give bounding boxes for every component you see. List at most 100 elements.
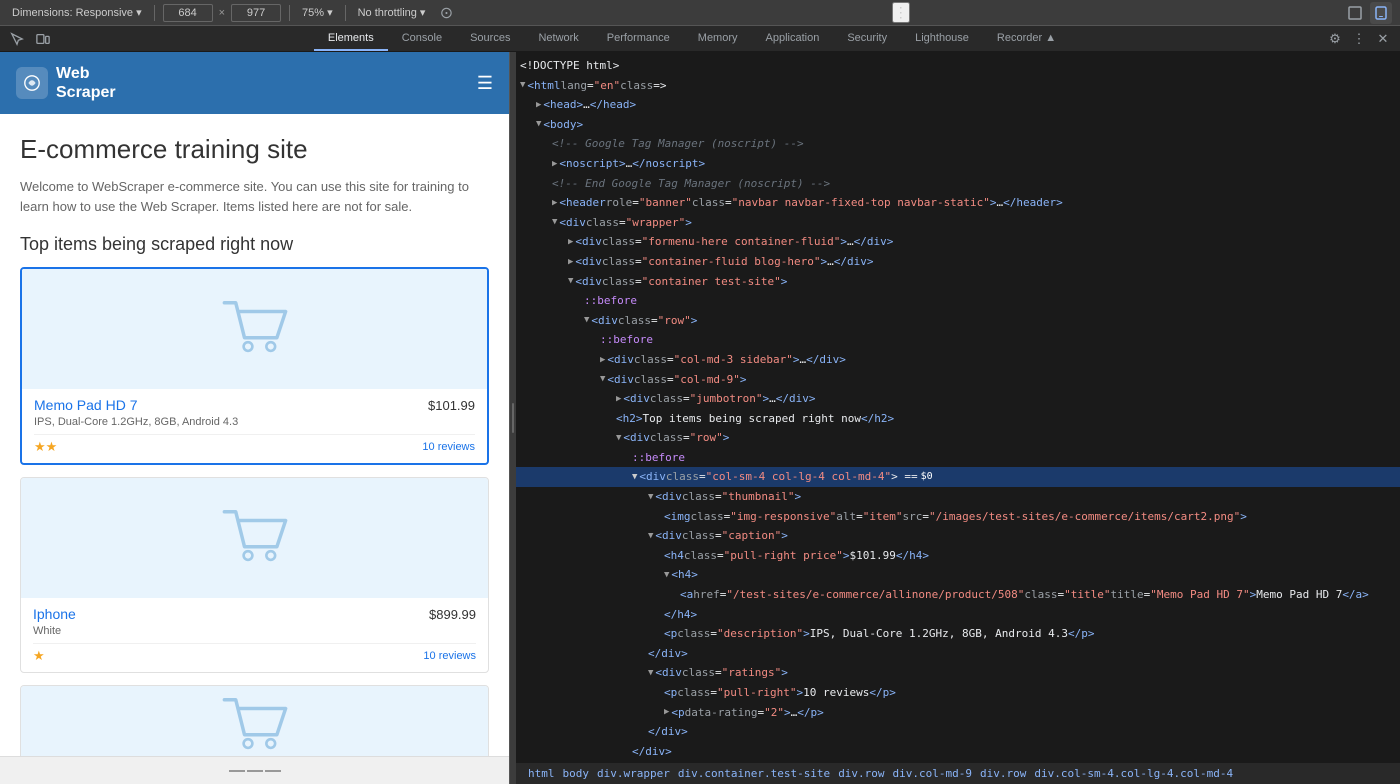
tree-div-col-md-9[interactable]: ▼ <div class="col-md-9" > bbox=[516, 370, 1400, 390]
tab-elements[interactable]: Elements bbox=[314, 26, 388, 51]
breadcrumb-div-container[interactable]: div.container.test-site bbox=[674, 767, 834, 780]
more-tabs-icon[interactable]: ⋮ bbox=[1348, 28, 1370, 50]
breadcrumb-body[interactable]: body bbox=[559, 767, 594, 780]
hamburger-menu-icon[interactable]: ☰ bbox=[477, 73, 493, 94]
tree-p-description[interactable]: <p class="description" > IPS, Dual-Core … bbox=[516, 624, 1400, 644]
tree-img[interactable]: <img class="img-responsive" alt="item" s… bbox=[516, 507, 1400, 527]
tree-comment-2[interactable]: <!-- End Google Tag Manager (noscript) -… bbox=[516, 174, 1400, 194]
tree-div-caption[interactable]: ▼ <div class="caption" > bbox=[516, 526, 1400, 546]
product-stars-1: ★★ bbox=[34, 439, 57, 455]
zoom-selector[interactable]: 75% ▾ bbox=[298, 4, 337, 21]
devtools-panel: <!DOCTYPE html> ▼ <html lang="en" class=… bbox=[516, 52, 1400, 784]
tab-lighthouse[interactable]: Lighthouse bbox=[901, 26, 983, 51]
tree-div-container[interactable]: ▼ <div class="container test-site" > bbox=[516, 272, 1400, 292]
tree-h4-open[interactable]: ▼ <h4> bbox=[516, 565, 1400, 585]
tree-div-row-2[interactable]: ▼ <div class="row" > bbox=[516, 428, 1400, 448]
product-reviews-2: 10 reviews bbox=[423, 650, 476, 662]
breadcrumb-html[interactable]: html bbox=[524, 767, 559, 780]
breadcrumb-div-row-2[interactable]: div.row bbox=[976, 767, 1030, 780]
inspect-element-icon[interactable] bbox=[6, 28, 28, 50]
logo-text: WebScraper bbox=[56, 64, 116, 102]
tree-anchor-title[interactable]: <a href="/test-sites/e-commerce/allinone… bbox=[516, 585, 1400, 605]
dimensions-label: Dimensions: Responsive bbox=[12, 7, 133, 19]
tab-recorder[interactable]: Recorder ▲ bbox=[983, 26, 1070, 51]
height-input[interactable] bbox=[231, 4, 281, 22]
settings-icon[interactable]: ⊙ bbox=[435, 2, 457, 24]
breadcrumb-bar: html body div.wrapper div.container.test… bbox=[516, 762, 1400, 784]
tree-p-reviews[interactable]: <p class="pull-right" > 10 reviews </p> bbox=[516, 683, 1400, 703]
product-card-memo-pad[interactable]: div.col-sm-4.col-lg-4.col-md-4 684×270 M… bbox=[20, 267, 489, 465]
tree-div-row-1[interactable]: ▼ <div class="row" > bbox=[516, 311, 1400, 331]
breadcrumb-div-row[interactable]: div.row bbox=[834, 767, 888, 780]
product-title-row-2: Iphone $899.99 bbox=[33, 606, 476, 622]
product-card-3[interactable] bbox=[20, 685, 489, 756]
device-toggle-icon[interactable] bbox=[1370, 2, 1392, 24]
devtools-left-icons bbox=[0, 26, 60, 51]
tree-div-caption-close[interactable]: </div> bbox=[516, 644, 1400, 664]
product-image-3 bbox=[21, 686, 488, 756]
tree-noscript[interactable]: ▶ <noscript> … </noscript> bbox=[516, 154, 1400, 174]
preview-nav-dots bbox=[229, 770, 281, 772]
logo-icon bbox=[16, 67, 48, 99]
throttling-selector[interactable]: No throttling ▾ bbox=[354, 4, 430, 21]
product-card-iphone[interactable]: Iphone $899.99 White ★ 10 reviews bbox=[20, 477, 489, 673]
product-title-2[interactable]: Iphone bbox=[33, 606, 76, 622]
width-input[interactable] bbox=[163, 4, 213, 22]
tree-div-ratings-close[interactable]: </div> bbox=[516, 722, 1400, 742]
tree-h4-price[interactable]: <h4 class="pull-right price" > $101.99 <… bbox=[516, 546, 1400, 566]
devtools-right-icons: ⚙ ⋮ ✕ bbox=[1324, 26, 1400, 51]
tree-p-rating[interactable]: ▶ <p data-rating="2" > … </p> bbox=[516, 703, 1400, 723]
more-options-button[interactable]: ⋮ bbox=[892, 2, 910, 23]
tree-head[interactable]: ▶ <head> … </head> bbox=[516, 95, 1400, 115]
top-toolbar: Dimensions: Responsive ▾ × 75% ▾ No thro… bbox=[0, 0, 1400, 26]
dimension-separator: × bbox=[219, 7, 225, 19]
site-hero: E-commerce training site Welcome to WebS… bbox=[0, 114, 509, 226]
tree-h4-close[interactable]: </h4> bbox=[516, 605, 1400, 625]
breadcrumb-div-col-sm-4[interactable]: div.col-sm-4.col-lg-4.col-md-4 bbox=[1030, 767, 1237, 780]
throttling-label: No throttling bbox=[358, 7, 417, 19]
tab-network[interactable]: Network bbox=[524, 26, 592, 51]
tab-application[interactable]: Application bbox=[752, 26, 834, 51]
product-desc-2: White bbox=[33, 625, 476, 637]
tree-pseudo-before-3[interactable]: ::before bbox=[516, 448, 1400, 468]
close-devtools-icon[interactable]: ✕ bbox=[1372, 28, 1394, 50]
settings-gear-icon[interactable]: ⚙ bbox=[1324, 28, 1346, 50]
tab-performance[interactable]: Performance bbox=[593, 26, 684, 51]
tree-div-thumbnail[interactable]: ▼ <div class="thumbnail" > bbox=[516, 487, 1400, 507]
product-reviews-1: 10 reviews bbox=[422, 441, 475, 453]
tab-memory[interactable]: Memory bbox=[684, 26, 752, 51]
dimensions-selector[interactable]: Dimensions: Responsive ▾ bbox=[8, 4, 146, 21]
tree-comment-1[interactable]: <!-- Google Tag Manager (noscript) --> bbox=[516, 134, 1400, 154]
zoom-dropdown-icon: ▾ bbox=[327, 6, 333, 19]
breadcrumb-div-wrapper[interactable]: div.wrapper bbox=[593, 767, 674, 780]
dropdown-arrow-icon: ▾ bbox=[136, 6, 142, 19]
breadcrumb-div-col-md-9[interactable]: div.col-md-9 bbox=[889, 767, 976, 780]
tree-html[interactable]: ▼ <html lang="en" class=> bbox=[516, 76, 1400, 96]
cart-icon-3 bbox=[220, 691, 290, 756]
tab-sources[interactable]: Sources bbox=[456, 26, 524, 51]
elements-tree: <!DOCTYPE html> ▼ <html lang="en" class=… bbox=[516, 52, 1400, 762]
tree-div-ratings[interactable]: ▼ <div class="ratings" > bbox=[516, 663, 1400, 683]
tree-div-col-sm-4-selected[interactable]: ▼ <div class="col-sm-4 col-lg-4 col-md-4… bbox=[516, 467, 1400, 487]
tree-div-jumbotron[interactable]: ▶ <div class="jumbotron" > … </div> bbox=[516, 389, 1400, 409]
tree-div-thumbnail-close[interactable]: </div> bbox=[516, 742, 1400, 762]
tab-console[interactable]: Console bbox=[388, 26, 456, 51]
tree-h2[interactable]: <h2> Top items being scraped right now <… bbox=[516, 409, 1400, 429]
tree-body[interactable]: ▼ <body> bbox=[516, 115, 1400, 135]
tree-div-sidebar[interactable]: ▶ <div class="col-md-3 sidebar" > … </di… bbox=[516, 350, 1400, 370]
device-mode-icon[interactable] bbox=[32, 28, 54, 50]
devtools-tab-bar: Elements Console Sources Network Perform… bbox=[0, 26, 1400, 52]
tree-header[interactable]: ▶ <header role="banner" class="navbar na… bbox=[516, 193, 1400, 213]
tree-div-blog-hero[interactable]: ▶ <div class="container-fluid blog-hero"… bbox=[516, 252, 1400, 272]
toolbar-divider-3 bbox=[345, 5, 346, 21]
inspect-icon[interactable] bbox=[1344, 2, 1366, 24]
tree-pseudo-before-1[interactable]: ::before bbox=[516, 291, 1400, 311]
product-title-1[interactable]: Memo Pad HD 7 bbox=[34, 397, 137, 413]
product-image-2 bbox=[21, 478, 488, 598]
tree-pseudo-before-2[interactable]: ::before bbox=[516, 330, 1400, 350]
tree-div-wrapper[interactable]: ▼ <div class="wrapper" > bbox=[516, 213, 1400, 233]
tree-div-formenu[interactable]: ▶ <div class="formenu-here container-flu… bbox=[516, 232, 1400, 252]
product-title-row-1: Memo Pad HD 7 $101.99 bbox=[34, 397, 475, 413]
tree-doctype[interactable]: <!DOCTYPE html> bbox=[516, 56, 1400, 76]
tab-security[interactable]: Security bbox=[833, 26, 901, 51]
